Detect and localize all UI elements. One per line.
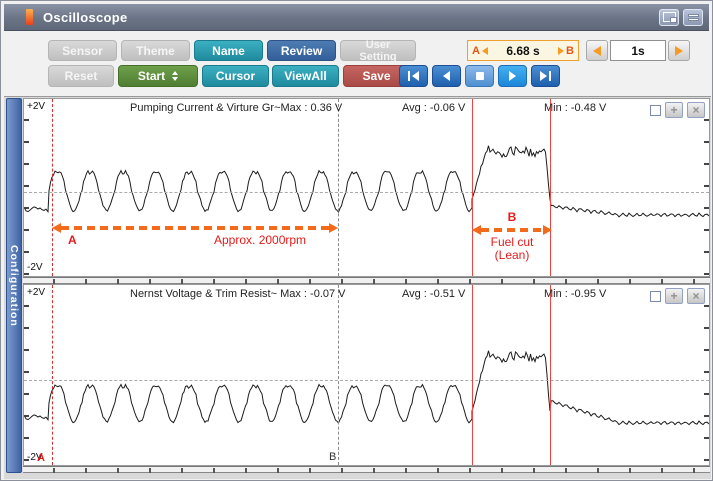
min-readout: Min : -0.48 V <box>544 102 607 114</box>
event-line-end <box>550 285 551 465</box>
skip-to-end-button[interactable] <box>531 65 560 87</box>
step-back-button[interactable] <box>432 65 461 87</box>
left-ticks <box>24 99 29 276</box>
zero-line <box>24 192 709 193</box>
zoom-channel-button[interactable]: + <box>665 288 683 304</box>
waveform-2 <box>24 350 709 426</box>
range-b-arrow-icon[interactable] <box>558 46 565 55</box>
configuration-tab-label: Configuration <box>8 244 20 327</box>
range-a-label: A <box>472 44 480 57</box>
close-channel-button[interactable]: × <box>687 288 705 304</box>
titlebar: Oscilloscope <box>4 4 709 31</box>
theme-button[interactable]: Theme <box>121 40 190 61</box>
range-a-arrow-icon[interactable] <box>481 46 488 55</box>
skip-to-start-button[interactable] <box>399 65 428 87</box>
cursor-a-line[interactable] <box>52 285 53 465</box>
left-ticks <box>24 285 29 465</box>
axis-cursor-a-label: A <box>37 452 45 464</box>
annotation-lean: (Lean) <box>494 248 530 262</box>
stop-button[interactable] <box>465 65 494 87</box>
right-arrow-icon <box>675 45 683 56</box>
avg-readout: Avg : -0.06 V <box>402 102 466 114</box>
ab-range-display: A 6.68 s B <box>467 40 579 61</box>
channel-title: Pumping Current & Virture Gr~Max : 0.36 … <box>130 102 343 114</box>
timebase-increase-button[interactable] <box>668 40 690 61</box>
restore-window-icon[interactable] <box>659 8 679 26</box>
play-button[interactable] <box>498 65 527 87</box>
window-title: Oscilloscope <box>43 9 128 25</box>
right-ticks <box>704 285 709 465</box>
range-value: 6.68 s <box>506 43 540 58</box>
oscilloscope-window: Oscilloscope Sensor Theme Name Review Us… <box>0 0 713 481</box>
sensor-button[interactable]: Sensor <box>48 40 117 61</box>
app-icon <box>26 9 33 25</box>
fuel-cut-span-arrow <box>472 225 552 235</box>
zero-line <box>24 380 709 381</box>
cursor-b-line[interactable] <box>338 285 339 465</box>
scope-panel-pumping-current: +2V -2V Pumping Current & Virture Gr~Max… <box>23 98 710 277</box>
axis-cursor-b-label: B <box>329 451 337 463</box>
channel-title: Nernst Voltage & Trim Resist~ Max : -0.0… <box>130 288 346 300</box>
start-spinner-icon <box>172 71 179 81</box>
rpm-span-arrow <box>52 223 338 233</box>
user-setting-button[interactable]: User Setting <box>340 39 416 63</box>
cursor-a-line[interactable] <box>52 99 53 276</box>
name-button[interactable]: Name <box>194 40 263 61</box>
annotation-a: A <box>68 233 77 247</box>
close-channel-button[interactable]: × <box>687 102 705 118</box>
start-button-label: Start <box>137 69 166 83</box>
waveform-1 <box>24 145 709 218</box>
time-axis-2 <box>23 466 710 473</box>
avg-readout: Avg : -0.51 V <box>402 288 466 300</box>
vmin-label: -2V <box>27 262 43 273</box>
configuration-tab[interactable]: Configuration <box>6 98 22 473</box>
tile-windows-icon[interactable] <box>683 8 703 26</box>
right-ticks <box>704 99 709 276</box>
zoom-channel-button[interactable]: + <box>665 102 683 118</box>
viewall-button[interactable]: ViewAll <box>272 65 339 87</box>
annotation-b: B <box>507 210 517 224</box>
annotation-rpm: Approx. 2000rpm <box>214 233 307 247</box>
range-b-label: B <box>566 44 574 57</box>
time-axis-1 <box>23 277 710 284</box>
cursor-button[interactable]: Cursor <box>202 65 269 87</box>
review-button[interactable]: Review <box>267 40 336 61</box>
vmax-label: +2V <box>27 101 46 112</box>
left-arrow-icon <box>593 45 601 56</box>
scope-panel-nernst-voltage: +2V -2V Nernst Voltage & Trim Resist~ Ma… <box>23 284 710 466</box>
cursor-b-line[interactable] <box>338 99 339 276</box>
timebase-value: 1s <box>610 40 666 61</box>
channel-visible-checkbox[interactable] <box>650 104 661 116</box>
fuel-cut-annotation: B Fuel cut (Lean) <box>466 211 558 262</box>
min-readout: Min : -0.95 V <box>544 288 607 300</box>
start-button[interactable]: Start <box>118 65 198 87</box>
timebase-decrease-button[interactable] <box>586 40 608 61</box>
channel-visible-checkbox[interactable] <box>650 290 661 302</box>
reset-button[interactable]: Reset <box>48 65 114 87</box>
vmax-label: +2V <box>27 287 46 298</box>
event-line-start <box>472 285 473 465</box>
